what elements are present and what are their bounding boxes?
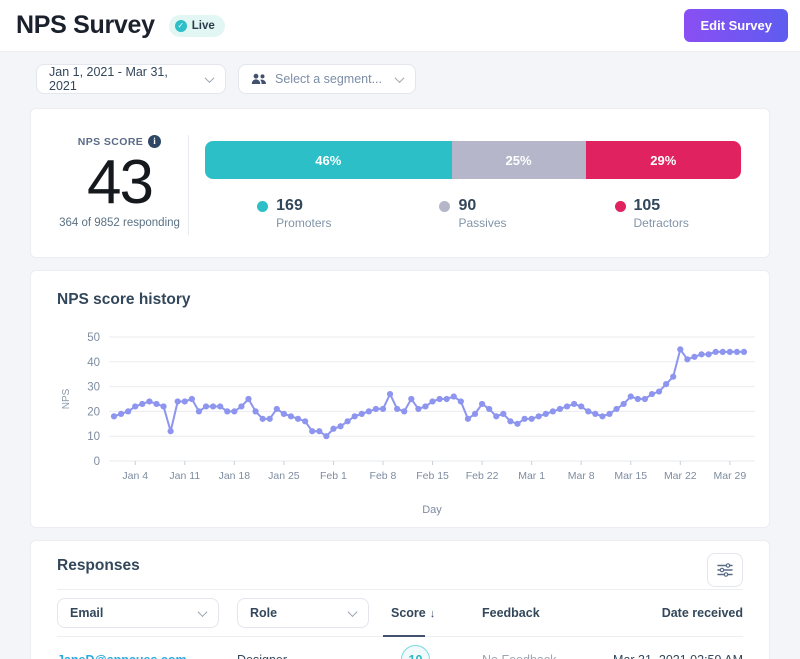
nps-score-value: 43 [59,150,180,215]
nps-legend: 169 Promoters 90 Passives 105 Detractors [205,196,741,230]
promoters-count: 169 [276,196,331,215]
promoters-bar-segment: 46% [205,141,452,179]
nps-score-label: NPS SCORE i [59,135,180,148]
svg-text:NPS: NPS [61,388,72,409]
svg-text:10: 10 [87,431,100,443]
check-icon: ✓ [175,20,187,32]
promoters-legend-item: 169 Promoters [205,196,384,230]
nps-score-summary: NPS SCORE i 43 364 of 9852 responding [59,135,189,235]
passives-dot-icon [439,201,450,212]
detractors-dot-icon [615,201,626,212]
detractors-bar-segment: 29% [586,141,741,179]
chevron-down-icon [395,73,405,83]
live-label: Live [192,20,215,32]
responses-title: Responses [57,557,743,575]
segment-placeholder: Select a segment... [275,72,388,86]
passives-legend-item: 90 Passives [384,196,563,230]
svg-text:Feb 8: Feb 8 [370,470,397,482]
date-received-column-header: Date received [568,606,743,620]
svg-text:20: 20 [87,406,100,418]
detractors-label: Detractors [634,216,689,230]
svg-text:40: 40 [87,357,100,369]
feedback-cell: No Feedback [482,653,568,659]
detractors-legend-item: 105 Detractors [562,196,741,230]
svg-text:Feb 22: Feb 22 [466,470,499,482]
table-row: JaneD@appcues.com Designer 10 No Feedbac… [57,637,743,659]
nps-distribution: 46% 25% 29% 169 Promoters 90 Pass [189,135,741,235]
date-range-label: Jan 1, 2021 - Mar 31, 2021 [49,65,198,93]
role-filter-select[interactable]: Role [237,598,369,628]
svg-text:Mar 15: Mar 15 [614,470,647,482]
segment-select[interactable]: Select a segment... [238,64,416,94]
filter-bar: Jan 1, 2021 - Mar 31, 2021 Select a segm… [0,52,800,96]
app-header: NPS Survey ✓ Live Edit Survey [0,0,800,52]
svg-text:Feb 1: Feb 1 [320,470,347,482]
chevron-down-icon [198,607,208,617]
role-cell: Designer [237,653,387,659]
score-column-header[interactable]: Score↓ [387,598,439,628]
score-badge: 10 [401,645,430,659]
svg-text:Feb 15: Feb 15 [416,470,449,482]
passives-bar-segment: 25% [452,141,586,179]
info-icon[interactable]: i [148,135,161,148]
detractors-count: 105 [634,196,689,215]
nps-history-card: NPS score history 0 10 20 30 40 50 Jan 4 Jan 11… [30,270,770,528]
nps-responding-count: 364 of 9852 responding [59,217,180,229]
email-filter-select[interactable]: Email [57,598,219,628]
responses-card: Responses Email Role [30,540,770,659]
email-link[interactable]: JaneD@appcues.com [57,653,187,659]
chevron-down-icon [205,73,215,83]
svg-text:Jan 25: Jan 25 [268,470,300,482]
date-received-cell: Mar 31, 2021 02:59 AM [568,653,743,659]
page-title: NPS Survey [16,11,155,40]
sort-descending-icon: ↓ [430,608,436,620]
responses-table-header: Email Role Score↓ Feedback Date received [57,589,743,637]
svg-text:50: 50 [87,332,100,344]
passives-count: 90 [458,196,506,215]
feedback-column-header: Feedback [482,606,568,620]
svg-text:0: 0 [94,456,100,468]
users-icon [251,73,267,85]
promoters-label: Promoters [276,216,331,230]
svg-text:Mar 29: Mar 29 [713,470,746,482]
table-filter-button[interactable] [707,553,743,587]
filter-sliders-icon [717,563,733,577]
svg-text:Mar 8: Mar 8 [568,470,595,482]
svg-text:Mar 1: Mar 1 [518,470,545,482]
live-status-badge: ✓ Live [169,15,225,37]
svg-text:Mar 22: Mar 22 [664,470,697,482]
edit-survey-button[interactable]: Edit Survey [684,9,788,42]
nps-distribution-bar: 46% 25% 29% [205,141,741,179]
svg-text:30: 30 [87,382,100,394]
date-range-select[interactable]: Jan 1, 2021 - Mar 31, 2021 [36,64,226,94]
svg-text:Jan 11: Jan 11 [169,470,200,482]
passives-label: Passives [458,216,506,230]
chevron-down-icon [348,607,358,617]
svg-text:Jan 18: Jan 18 [219,470,251,482]
nps-score-card: NPS SCORE i 43 364 of 9852 responding 46… [30,108,770,258]
promoters-dot-icon [257,201,268,212]
history-card-title: NPS score history [57,291,743,309]
svg-text:Jan 4: Jan 4 [122,470,148,482]
nps-history-chart: 0 10 20 30 40 50 Jan 4 Jan 11 Jan 18 Jan 25 Feb 1 F… [57,323,743,524]
svg-text:Day: Day [422,504,442,516]
